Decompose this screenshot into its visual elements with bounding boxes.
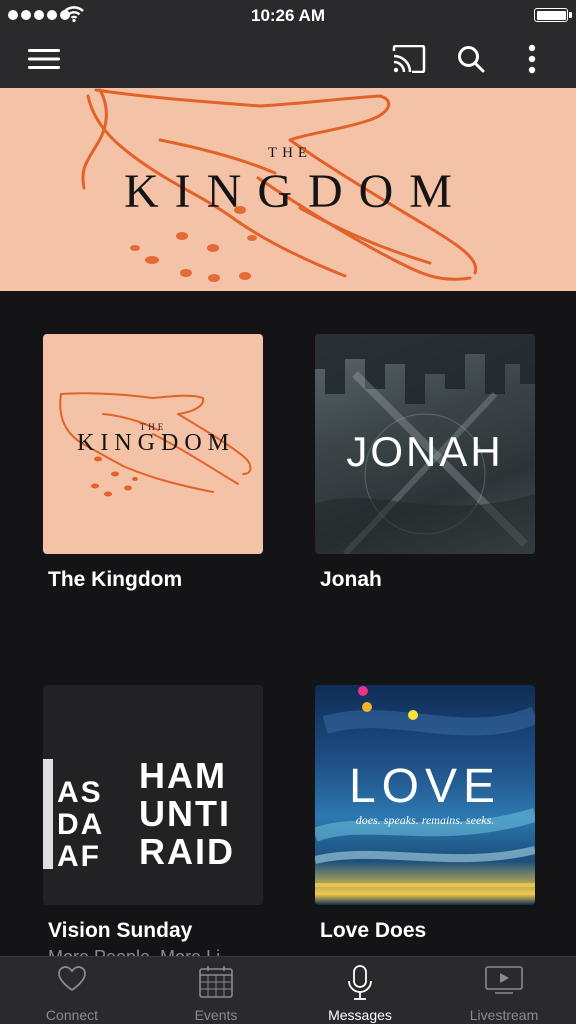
more-options-button[interactable] <box>512 39 552 79</box>
tab-bar: Connect Events Messages Livestream <box>0 956 576 1024</box>
series-artwork: THE KINGDOM <box>43 334 263 554</box>
series-card-love-does[interactable]: LOVE does. speaks. remains. seeks. Love … <box>315 685 535 943</box>
navigation-bar <box>0 30 576 88</box>
art-text-right: HAM UNTI RAID <box>139 755 235 872</box>
series-card-the-kingdom[interactable]: THE KINGDOM The Kingdom <box>43 334 263 592</box>
art-title: JONAH <box>346 428 504 475</box>
heart-icon <box>58 966 86 992</box>
status-time: 10:26 AM <box>250 6 325 25</box>
featured-series-banner[interactable]: THE KINGDOM <box>0 88 576 291</box>
tab-label: Livestream <box>469 1007 539 1023</box>
series-title: Vision Sunday <box>48 919 193 942</box>
series-artwork: HAM UNTI RAID AS DA AF <box>43 685 263 905</box>
menu-button[interactable] <box>24 39 64 79</box>
hamburger-menu-icon <box>28 49 60 69</box>
hero-eyebrow-text: THE <box>267 145 313 161</box>
series-title: The Kingdom <box>48 568 183 591</box>
tv-play-icon <box>485 966 523 994</box>
calendar-icon <box>199 966 233 998</box>
tab-connect[interactable]: Connect <box>0 957 144 1024</box>
series-artwork: JONAH <box>315 334 535 554</box>
battery-icon <box>534 8 572 22</box>
hero-title: KINGDOM <box>124 165 468 218</box>
series-artwork: LOVE does. speaks. remains. seeks. <box>315 685 535 905</box>
series-card-vision-sunday[interactable]: HAM UNTI RAID AS DA AF Vision Sunday Mor… <box>43 685 263 956</box>
search-button[interactable] <box>451 39 491 79</box>
search-icon <box>458 46 485 73</box>
cast-button[interactable] <box>389 39 429 79</box>
art-text-left: AS DA AF <box>57 776 105 873</box>
series-subtitle: More People. More Li <box>48 947 263 956</box>
tab-livestream[interactable]: Livestream <box>432 957 576 1024</box>
microphone-icon <box>348 965 372 1000</box>
series-title: Jonah <box>320 568 382 591</box>
tab-messages[interactable]: Messages <box>288 957 432 1024</box>
cast-icon <box>392 45 426 73</box>
series-card-jonah[interactable]: JONAH Jonah <box>315 334 535 592</box>
tab-label: Connect <box>45 1007 99 1023</box>
art-tagline: does. speaks. remains. seeks. <box>355 813 495 827</box>
series-grid: THE KINGDOM The Kingdom JONAH Jonah HAM … <box>0 291 576 956</box>
art-title: LOVE <box>348 760 502 813</box>
series-title: Love Does <box>320 919 427 942</box>
art-title: KINGDOM <box>77 430 235 456</box>
status-bar: 10:26 AM <box>0 0 576 30</box>
tab-label: Messages <box>328 1007 392 1023</box>
vertical-ellipsis-icon <box>528 44 536 74</box>
tab-label: Events <box>194 1007 238 1023</box>
tab-events[interactable]: Events <box>144 957 288 1024</box>
